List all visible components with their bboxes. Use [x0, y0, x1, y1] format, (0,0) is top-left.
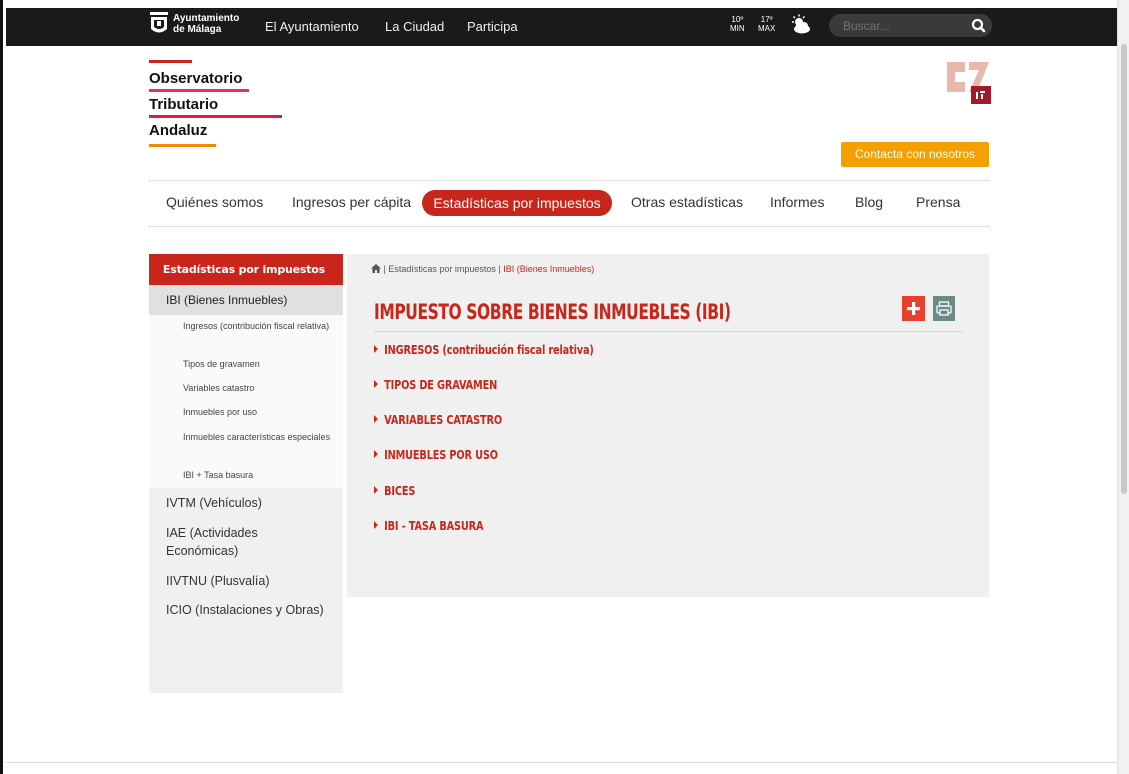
section-inmuebles-uso[interactable]: INMUEBLES POR USO: [374, 447, 498, 462]
sidebar-subitem-inmuebles-uso[interactable]: Inmuebles por uso: [183, 406, 333, 419]
logo-word-3: Andaluz: [149, 122, 208, 139]
expand-arrow-icon: [374, 345, 378, 353]
sidebar-item-ivtm[interactable]: IVTM (Vehículos): [166, 494, 336, 512]
sidebar-subitem-ingresos[interactable]: Ingresos (contribución fiscal relativa): [183, 320, 333, 333]
temp-min: 10º MIN: [730, 15, 745, 33]
sidebar-item-ibi[interactable]: IBI (Bienes Inmuebles): [149, 285, 343, 315]
top-nav-participa[interactable]: Participa: [467, 19, 518, 34]
sidebar-title[interactable]: Estadísticas por impuestos: [149, 254, 343, 285]
sidebar-subitem-variables[interactable]: Variables catastro: [183, 382, 333, 395]
sidebar-item-iae[interactable]: IAE (Actividades Económicas): [166, 524, 296, 560]
scrollbar-thumb[interactable]: [1121, 44, 1127, 494]
partly-cloudy-icon: [792, 14, 810, 34]
search-input[interactable]: [829, 14, 965, 37]
expand-button[interactable]: [902, 296, 925, 321]
nav-quienes-somos[interactable]: Quiénes somos: [166, 194, 263, 210]
nav-otras-estadisticas[interactable]: Otras estadísticas: [631, 194, 743, 210]
scrollbar[interactable]: [1117, 0, 1129, 774]
expand-arrow-icon: [374, 450, 378, 458]
section-ingresos-label: INGRESOS (contribución fiscal relativa): [384, 342, 594, 357]
title-divider: [374, 331, 963, 332]
sidebar-submenu: [149, 315, 343, 488]
sidebar-subitem-caracteristicas[interactable]: Inmuebles características especiales: [183, 431, 333, 444]
expand-arrow-icon: [374, 380, 378, 388]
top-nav-ayuntamiento[interactable]: El Ayuntamiento: [265, 19, 359, 34]
section-inmuebles-uso-label: INMUEBLES POR USO: [384, 447, 498, 462]
top-bar: Ayuntamiento de Málaga El Ayuntamiento L…: [6, 8, 1120, 46]
nav-prensa[interactable]: Prensa: [916, 194, 960, 210]
sidebar-item-iivtnu[interactable]: IIVTNU (Plusvalía): [166, 572, 336, 590]
top-nav-ciudad[interactable]: La Ciudad: [385, 19, 444, 34]
sidebar-item-icio[interactable]: ICIO (Instalaciones y Obras): [166, 601, 336, 619]
section-tipos-gravamen[interactable]: TIPOS DE GRAVAMEN: [374, 377, 497, 392]
logo-bar-2: [149, 89, 249, 92]
breadcrumb: | Estadísticas por impuestos | IBI (Bien…: [371, 264, 594, 274]
sidebar-subitem-tasa-basura[interactable]: IBI + Tasa basura: [183, 469, 333, 482]
print-button[interactable]: [933, 296, 955, 321]
nav-informes[interactable]: Informes: [770, 194, 824, 210]
city-name-line2: de Málaga: [173, 24, 222, 35]
city-name-line1: Ayuntamiento: [173, 13, 240, 24]
logo-bar-1: [149, 60, 192, 63]
section-variables-catastro[interactable]: VARIABLES CATASTRO: [374, 412, 502, 427]
section-ingresos[interactable]: INGRESOS (contribución fiscal relativa): [374, 342, 594, 357]
expand-arrow-icon: [374, 521, 378, 529]
nav-ingresos-per-capita[interactable]: Ingresos per cápita: [292, 194, 411, 210]
temp-max: 17º MAX: [758, 15, 775, 33]
temp-min-label: MIN: [730, 24, 745, 33]
section-variables-catastro-label: VARIABLES CATASTRO: [384, 412, 503, 427]
logo-bar-4: [149, 144, 216, 147]
nav-estadisticas-impuestos[interactable]: Estadísticas por impuestos: [422, 190, 612, 216]
browser-viewport: Ayuntamiento de Málaga El Ayuntamiento L…: [0, 0, 1129, 774]
sidebar: Estadísticas por impuestos IBI (Bienes I…: [149, 254, 343, 693]
contact-button[interactable]: Contacta con nosotros: [841, 142, 989, 167]
logo-word-2: Tributario: [149, 96, 219, 113]
page-title: IMPUESTO SOBRE BIENES INMUEBLES (IBI): [374, 300, 731, 324]
temp-min-value: 10º: [731, 15, 744, 24]
section-ibi-tasa-basura[interactable]: IBI - TASA BASURA: [374, 518, 484, 533]
main-nav: Quiénes somos Ingresos per cápita Estadí…: [149, 180, 989, 227]
breadcrumb-current: IBI (Bienes Inmuebles): [503, 264, 595, 274]
breadcrumb-section[interactable]: Estadísticas por impuestos: [388, 264, 496, 274]
logo-word-1: Observatorio: [149, 70, 243, 87]
expand-arrow-icon: [374, 486, 378, 494]
nav-blog[interactable]: Blog: [855, 194, 883, 210]
temp-max-value: 17º: [760, 15, 773, 24]
printer-icon: [936, 301, 952, 316]
section-tipos-gravamen-label: TIPOS DE GRAVAMEN: [384, 377, 498, 392]
sidebar-subitem-tipos[interactable]: Tipos de gravamen: [183, 358, 333, 371]
logo-bar-3: [149, 115, 282, 118]
city-name[interactable]: Ayuntamiento de Málaga: [173, 13, 263, 35]
section-ibi-tasa-basura-label: IBI - TASA BASURA: [384, 518, 484, 533]
footer-divider: [6, 762, 1120, 763]
section-bices-label: BICES: [384, 483, 416, 498]
content-panel: | Estadísticas por impuestos | IBI (Bien…: [347, 254, 989, 597]
search-icon: [971, 18, 986, 33]
search-button[interactable]: [965, 14, 992, 37]
home-icon[interactable]: [371, 264, 381, 273]
malaga-crest-icon[interactable]: [149, 11, 169, 37]
brand-mark-icon: [947, 62, 991, 104]
section-bices[interactable]: BICES: [374, 483, 415, 498]
temp-max-label: MAX: [758, 24, 776, 33]
plus-icon: [907, 302, 920, 315]
expand-arrow-icon: [374, 415, 378, 423]
